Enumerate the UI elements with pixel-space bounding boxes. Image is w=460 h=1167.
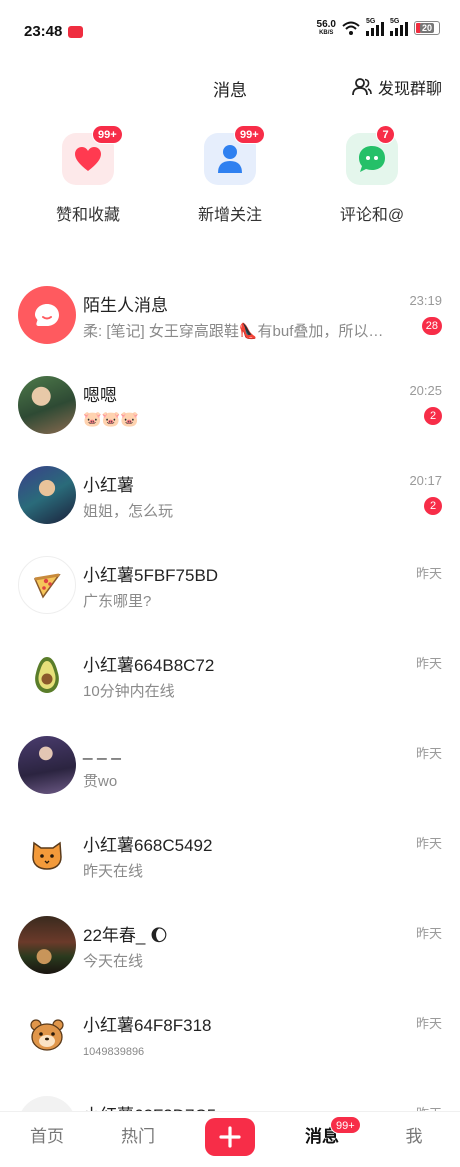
status-bar: 23:48 56.0 KB/S 5G 5G 20 xyxy=(0,0,460,62)
conversation-preview: 姐姐，怎么玩 xyxy=(83,503,174,520)
tab-home[interactable]: 首页 xyxy=(7,1112,87,1167)
tab-messages[interactable]: 消息 99+ xyxy=(282,1112,362,1167)
conversation-item[interactable]: 陌生人消息 柔: [笔记] 女王穿高跟鞋👠有buf叠加，所以… 23:19 28 xyxy=(0,270,460,360)
conversation-time: 昨天 xyxy=(415,566,442,581)
stranger-message-icon xyxy=(18,286,76,344)
battery-level: 20 xyxy=(419,23,434,33)
conversation-preview: 贯wo xyxy=(83,773,118,790)
conversation-item[interactable]: 22年春_ 🌔 今天在线 昨天 xyxy=(0,900,460,990)
conversation-item[interactable]: 嗯嗯 🐷🐷🐷 20:25 2 xyxy=(0,360,460,450)
status-time: 23:48 xyxy=(24,23,63,40)
conversation-item[interactable]: 小红薯664B8C72 10分钟内在线 昨天 xyxy=(0,630,460,720)
messages-badge: 99+ xyxy=(330,1116,361,1134)
conversation-list: 陌生人消息 柔: [笔记] 女王穿高跟鞋👠有buf叠加，所以… 23:19 28… xyxy=(0,270,460,1115)
avatar xyxy=(18,736,76,794)
avatar xyxy=(18,916,76,974)
new-followers-entry[interactable]: 99+ 新增关注 xyxy=(170,125,290,225)
comments-tile: 7 xyxy=(346,125,398,185)
followers-badge: 99+ xyxy=(234,125,265,144)
network-speed: 56.0 KB/S xyxy=(316,19,336,37)
header: 消息 发现群聊 xyxy=(0,62,460,110)
conversation-name: 陌生人消息 xyxy=(83,296,168,315)
conversation-preview: 10分钟内在线 xyxy=(83,683,175,700)
conversation-item[interactable]: 小红薯5FBF75BD 广东哪里? 昨天 xyxy=(0,540,460,630)
conversation-item[interactable]: _ _ _ 贯wo 昨天 xyxy=(0,720,460,810)
conversation-preview: 广东哪里? xyxy=(83,593,152,610)
conversation-name: 小红薯664B8C72 xyxy=(83,656,215,675)
pizza-icon xyxy=(18,556,76,614)
conversation-preview: 1049839896 xyxy=(83,1046,145,1058)
signal-label-2: 5G xyxy=(390,18,400,25)
conversation-name: 小红薯668C5492 xyxy=(83,836,213,855)
publish-button[interactable] xyxy=(205,1118,255,1156)
conversation-time: 20:25 xyxy=(409,383,442,398)
unread-count-badge: 2 xyxy=(424,497,442,515)
conversation-preview: 昨天在线 xyxy=(83,863,144,880)
conversation-name: 嗯嗯 xyxy=(83,386,117,405)
conversation-preview: 今天在线 xyxy=(83,953,144,970)
conversation-name: 小红薯 xyxy=(83,476,134,495)
cat-icon xyxy=(18,826,76,884)
conversation-item[interactable]: 小红薯64F8F318 1049839896 昨天 xyxy=(0,990,460,1080)
likes-label: 赞和收藏 xyxy=(55,207,120,224)
conversation-time: 20:17 xyxy=(409,473,442,488)
hamster-icon xyxy=(18,1006,76,1064)
conversation-name: _ _ _ xyxy=(83,741,121,760)
conversation-time: 昨天 xyxy=(415,1016,442,1031)
conversation-time: 昨天 xyxy=(415,926,442,941)
likes-and-favorites-entry[interactable]: 99+ 赞和收藏 xyxy=(28,125,148,225)
network-speed-unit: KB/S xyxy=(319,30,334,36)
discover-group-label: 发现群聊 xyxy=(377,81,442,98)
comments-label: 评论和@ xyxy=(339,207,405,224)
app-notification-icon xyxy=(68,26,83,38)
likes-tile: 99+ xyxy=(62,125,123,185)
comments-and-mentions-entry[interactable]: 7 评论和@ xyxy=(312,125,432,225)
quick-entries: 99+ 赞和收藏 99+ 新增关注 7 评论和@ xyxy=(0,125,460,240)
conversation-preview: 柔: [笔记] 女王穿高跟鞋👠有buf叠加，所以… xyxy=(83,323,384,340)
conversation-item[interactable]: 小红薯62F3D7C5 昨天 xyxy=(0,1080,460,1115)
avocado-icon xyxy=(18,646,76,704)
conversation-item[interactable]: 小红薯668C5492 昨天在线 昨天 xyxy=(0,810,460,900)
conversation-time: 23:19 xyxy=(409,293,442,308)
conversation-name: 小红薯64F8F318 xyxy=(83,1016,212,1035)
followers-label: 新增关注 xyxy=(197,207,262,224)
signal-icon-1: 5G xyxy=(366,18,384,36)
conversation-item[interactable]: 小红薯 姐姐，怎么玩 20:17 2 xyxy=(0,450,460,540)
conversation-time: 昨天 xyxy=(415,656,442,671)
person-icon xyxy=(218,145,242,173)
wifi-icon xyxy=(342,21,360,35)
avatar xyxy=(18,376,76,434)
plus-icon xyxy=(219,1126,241,1148)
signal-icon-2: 5G xyxy=(390,18,408,36)
people-icon xyxy=(352,78,372,96)
status-indicators: 56.0 KB/S 5G 5G 20 xyxy=(316,18,440,37)
likes-badge: 99+ xyxy=(92,125,123,144)
tab-me[interactable]: 我 xyxy=(374,1112,454,1167)
signal-label-1: 5G xyxy=(366,18,376,25)
conversation-name: 小红薯5FBF75BD xyxy=(83,566,219,585)
network-speed-value: 56.0 xyxy=(316,19,336,30)
conversation-preview: 🐷🐷🐷 xyxy=(83,411,140,428)
avatar xyxy=(18,466,76,524)
followers-tile: 99+ xyxy=(204,125,265,185)
comments-badge: 7 xyxy=(376,125,395,144)
heart-icon xyxy=(75,147,101,171)
bottom-tab-bar: 首页 热门 消息 99+ 我 xyxy=(0,1111,460,1167)
tab-hot[interactable]: 热门 xyxy=(98,1112,178,1167)
discover-group-button[interactable]: 发现群聊 xyxy=(352,75,442,99)
chat-bubble-icon xyxy=(359,146,385,172)
conversation-name: 22年春_ 🌔 xyxy=(83,926,168,945)
unread-count-badge: 2 xyxy=(424,407,442,425)
battery-icon: 20 xyxy=(414,21,440,35)
conversation-time: 昨天 xyxy=(415,746,442,761)
conversation-time: 昨天 xyxy=(415,836,442,851)
unread-count-badge: 28 xyxy=(421,317,442,335)
